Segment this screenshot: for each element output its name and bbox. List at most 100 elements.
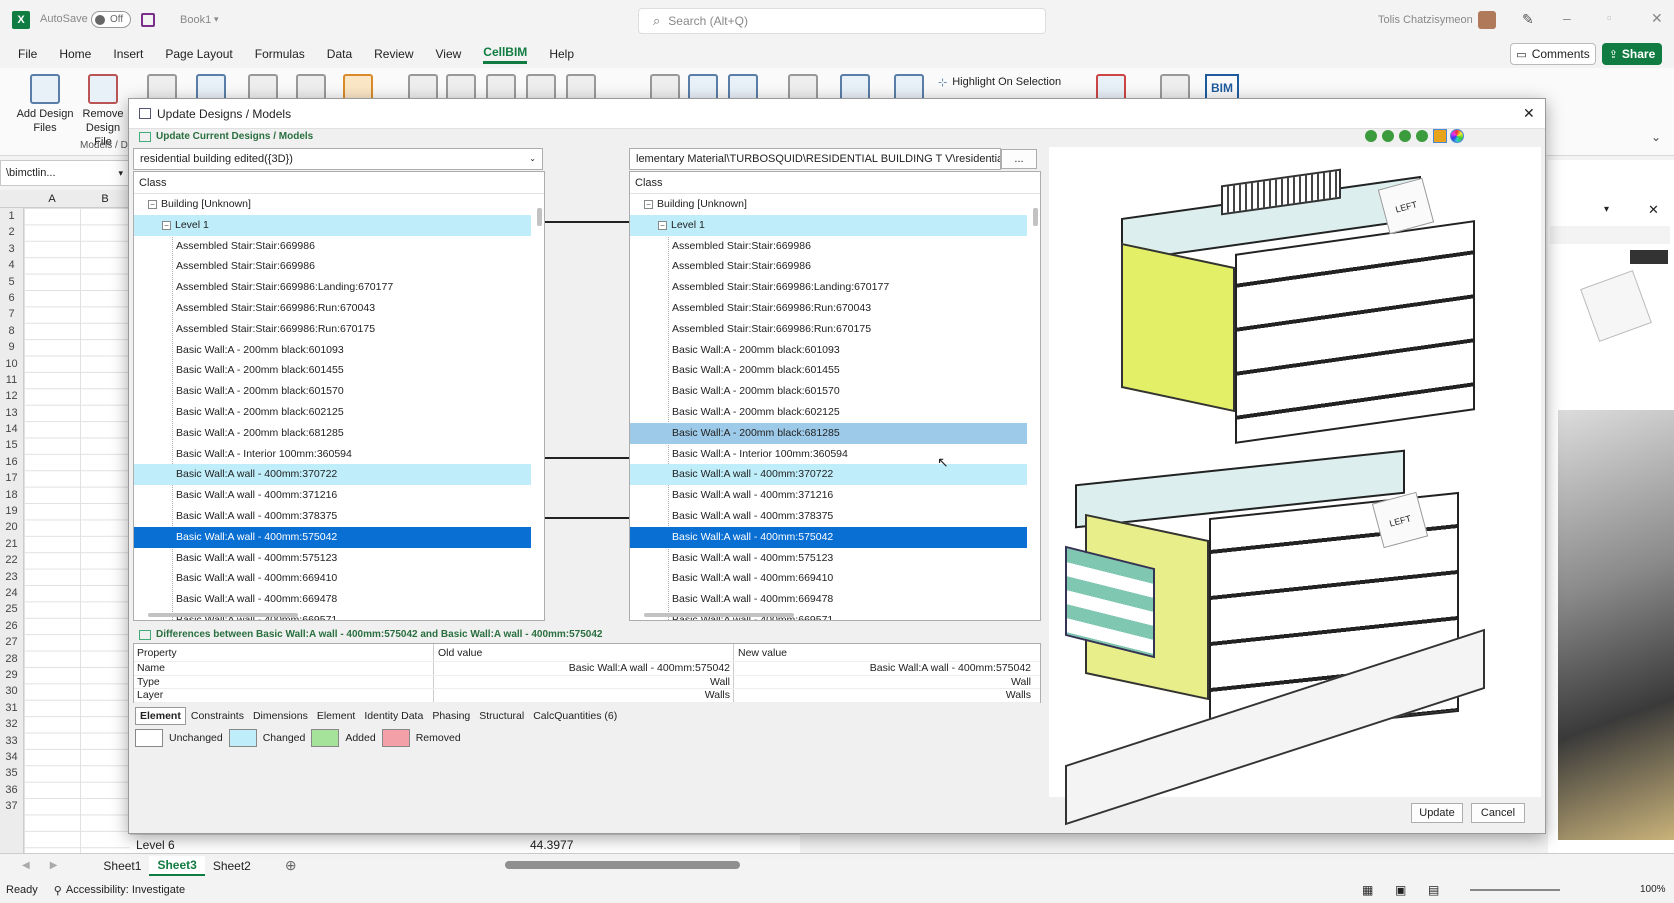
accessibility-status[interactable]: Accessibility: Investigate [66,884,185,896]
3d-2d-toggle-icon[interactable] [1630,250,1668,264]
tree-item[interactable]: Basic Wall:A - 200mm black:602125 [630,402,1040,423]
cell-level6[interactable]: Level 6 [136,838,175,852]
collapse-icon[interactable]: − [658,220,667,230]
left-tree-hscroll[interactable] [148,613,298,617]
tree-item-hover[interactable]: Basic Wall:A - 200mm black:681285 [630,422,1027,444]
page-break-icon[interactable]: ▤ [1428,883,1439,897]
row-number[interactable]: 6 [0,290,23,306]
row-number[interactable]: 30 [0,683,23,699]
nav-up-icon[interactable] [1399,130,1411,142]
menu-file[interactable]: File [18,47,37,61]
tab-element-2[interactable]: Element [313,708,360,724]
right-tree-scrollbar[interactable] [1033,208,1038,226]
add-sheet-icon[interactable]: ⊕ [285,857,297,874]
tab-structural[interactable]: Structural [475,708,528,724]
minimize-icon[interactable]: – [1563,10,1571,26]
tree-item[interactable]: Basic Wall:A - 200mm black:601093 [134,340,544,361]
tree-item-changed[interactable]: Basic Wall:A wall - 400mm:370722 [630,464,1027,486]
tree-item[interactable]: Basic Wall:A - 200mm black:601570 [630,381,1040,402]
right-model-path[interactable]: lementary Material\TURBOSQUID\RESIDENTIA… [629,148,1001,170]
tree-item[interactable]: Basic Wall:A - 200mm black:601455 [630,360,1040,381]
add-design-files-button[interactable]: Add Design Files [16,74,74,135]
row-number[interactable]: 10 [0,356,23,372]
row-number[interactable]: 15 [0,437,23,453]
tree-item[interactable]: Basic Wall:A - 200mm black:681285 [134,423,544,444]
collapse-icon[interactable]: − [162,220,171,230]
row-number[interactable]: 5 [0,274,23,290]
comments-button[interactable]: ▭ Comments [1510,43,1596,65]
tab-phasing[interactable]: Phasing [428,708,474,724]
tab-identity-data[interactable]: Identity Data [360,708,427,724]
row-number[interactable]: 8 [0,323,23,339]
menu-help[interactable]: Help [549,47,574,61]
row-number[interactable]: 20 [0,519,23,535]
save-icon[interactable] [141,13,155,27]
tree-node-level[interactable]: − Level 1 [134,214,531,236]
tree-item[interactable]: Assembled Stair:Stair:669986:Landing:670… [134,277,544,298]
row-number[interactable]: 34 [0,749,23,765]
right-tree-hscroll[interactable] [644,613,794,617]
table-row[interactable]: Name Basic Wall:A wall - 400mm:575042 Ba… [134,662,1040,676]
share-button[interactable]: ⇪ Share [1602,43,1662,65]
viewcube-icon[interactable] [1580,270,1652,342]
tree-item[interactable]: Basic Wall:A wall - 400mm:669410 [134,568,544,589]
menu-data[interactable]: Data [327,47,352,61]
tree-item[interactable]: Basic Wall:A wall - 400mm:575123 [134,548,544,569]
menu-cellbim[interactable]: CellBIM [483,45,528,64]
row-number[interactable]: 25 [0,601,23,617]
tree-item[interactable]: Basic Wall:A - 200mm black:602125 [134,402,544,423]
row-number[interactable]: 24 [0,585,23,601]
nav-right-icon[interactable] [1416,130,1428,142]
row-number[interactable]: 33 [0,733,23,749]
tree-item[interactable]: Assembled Stair:Stair:669986 [134,236,544,257]
autosave-toggle[interactable]: Off [91,11,131,28]
row-number[interactable]: 4 [0,257,23,273]
highlight-on-selection-button[interactable]: ⊹ Highlight On Selection [938,72,1061,92]
search-box[interactable]: ⌕ Search (Alt+Q) [638,8,1046,34]
column-a[interactable]: A [24,193,80,205]
tree-item[interactable]: Basic Wall:A - 200mm black:601570 [134,381,544,402]
horizontal-scrollbar[interactable] [505,861,740,869]
row-number[interactable]: 35 [0,765,23,781]
remove-design-file-button[interactable]: Remove Design File [76,74,130,149]
tab-dimensions[interactable]: Dimensions [249,708,312,724]
tree-item[interactable]: Basic Wall:A - Interior 100mm:360594 [134,444,544,465]
tree-item[interactable]: Basic Wall:A wall - 400mm:669410 [630,568,1040,589]
browse-button[interactable]: ... [1001,149,1037,169]
menu-formulas[interactable]: Formulas [255,47,305,61]
tree-item[interactable]: Basic Wall:A wall - 400mm:378375 [134,506,544,527]
row-number[interactable]: 36 [0,782,23,798]
collapse-icon[interactable]: − [644,199,653,209]
row-number[interactable]: 17 [0,470,23,486]
tree-item[interactable]: Basic Wall:A wall - 400mm:371216 [630,485,1040,506]
row-number[interactable]: 18 [0,487,23,503]
table-row[interactable]: Type Wall Wall [134,675,1040,689]
column-b[interactable]: B [80,193,130,205]
nav-down-icon[interactable] [1382,130,1394,142]
row-number[interactable]: 21 [0,536,23,552]
normal-view-icon[interactable]: ▦ [1362,883,1373,897]
tree-item-selected[interactable]: Basic Wall:A wall - 400mm:575042 [134,526,531,548]
model-3d-viewer[interactable]: LEFT LEFT [1049,147,1541,826]
row-number[interactable]: 2 [0,224,23,240]
sheet-tab-sheet2[interactable]: Sheet2 [205,859,259,873]
left-model-select[interactable]: residential building edited({3D}) ⌄ [133,148,543,170]
row-number[interactable]: 12 [0,388,23,404]
row-number[interactable]: 11 [0,372,23,388]
workbook-name[interactable]: Book1 [180,14,211,26]
row-number[interactable]: 3 [0,241,23,257]
user-name[interactable]: Tolis Chatzisymeon [1378,14,1473,26]
sheet-tab-sheet1[interactable]: Sheet1 [95,859,149,873]
tree-node-level[interactable]: − Level 1 [630,214,1027,236]
zoom-slider[interactable] [1470,889,1560,891]
row-number[interactable]: 13 [0,405,23,421]
menu-page-layout[interactable]: Page Layout [165,47,232,61]
update-button[interactable]: Update [1411,803,1463,823]
chevron-down-icon[interactable]: ▾ [214,14,219,25]
cancel-button[interactable]: Cancel [1471,803,1525,823]
avatar[interactable] [1478,11,1496,29]
tree-item[interactable]: Basic Wall:A - 200mm black:601455 [134,360,544,381]
tree-item[interactable]: Basic Wall:A wall - 400mm:575123 [630,548,1040,569]
tree-node-building[interactable]: − Building [Unknown] [134,194,544,215]
page-layout-icon[interactable]: ▣ [1395,883,1406,897]
